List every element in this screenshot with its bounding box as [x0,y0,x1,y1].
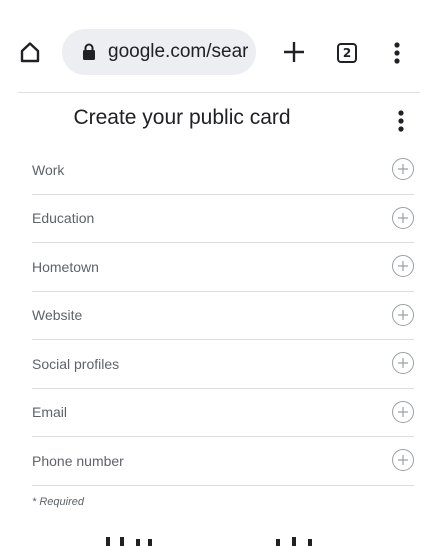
field-label: Social profiles [32,355,120,372]
plus-icon [284,42,304,62]
field-row-work[interactable]: Work [32,146,414,195]
field-row-phone-number[interactable]: Phone number [32,437,414,486]
field-label: Education [32,210,95,227]
field-row-social-profiles[interactable]: Social profiles [32,340,414,389]
field-label: Work [32,161,65,178]
toolbar-divider [18,92,420,93]
field-row-hometown[interactable]: Hometown [32,243,414,292]
tab-count: 2 [342,46,352,60]
browser-menu-button[interactable] [382,36,412,70]
card-field-list: Work Education Hometown Website Social p… [32,146,414,486]
field-label: Email [32,404,68,421]
field-row-website[interactable]: Website [32,292,414,340]
add-email-icon[interactable] [392,400,414,423]
overflow-menu-icon [398,110,404,132]
overflow-menu-icon [394,42,400,64]
field-label: Hometown [32,258,99,275]
clipped-text-fragment [96,534,356,546]
card-menu-button[interactable] [386,104,416,138]
add-website-icon[interactable] [392,303,414,326]
lock-icon [80,42,98,62]
page-title: Create your public card [73,106,291,129]
url-bar[interactable]: google.com/sear [62,29,256,75]
tab-switcher-button[interactable]: 2 [332,38,362,68]
field-label: Website [32,307,83,324]
field-label: Phone number [32,452,124,469]
tab-switcher-icon: 2 [337,43,357,63]
home-button[interactable] [14,36,46,68]
new-tab-button[interactable] [276,34,312,70]
url-text: google.com/sear [108,41,249,62]
home-icon [20,42,40,63]
required-note: * Required [32,496,84,508]
add-phone-number-icon[interactable] [392,449,414,471]
field-row-email[interactable]: Email [32,389,414,437]
add-social-profiles-icon[interactable] [392,352,414,374]
field-row-education[interactable]: Education [32,195,414,243]
card-header: Create your public card [0,96,438,148]
add-education-icon[interactable] [392,206,414,229]
add-work-icon[interactable] [392,158,414,180]
browser-toolbar: google.com/sear 2 [0,0,438,92]
add-hometown-icon[interactable] [392,255,414,277]
